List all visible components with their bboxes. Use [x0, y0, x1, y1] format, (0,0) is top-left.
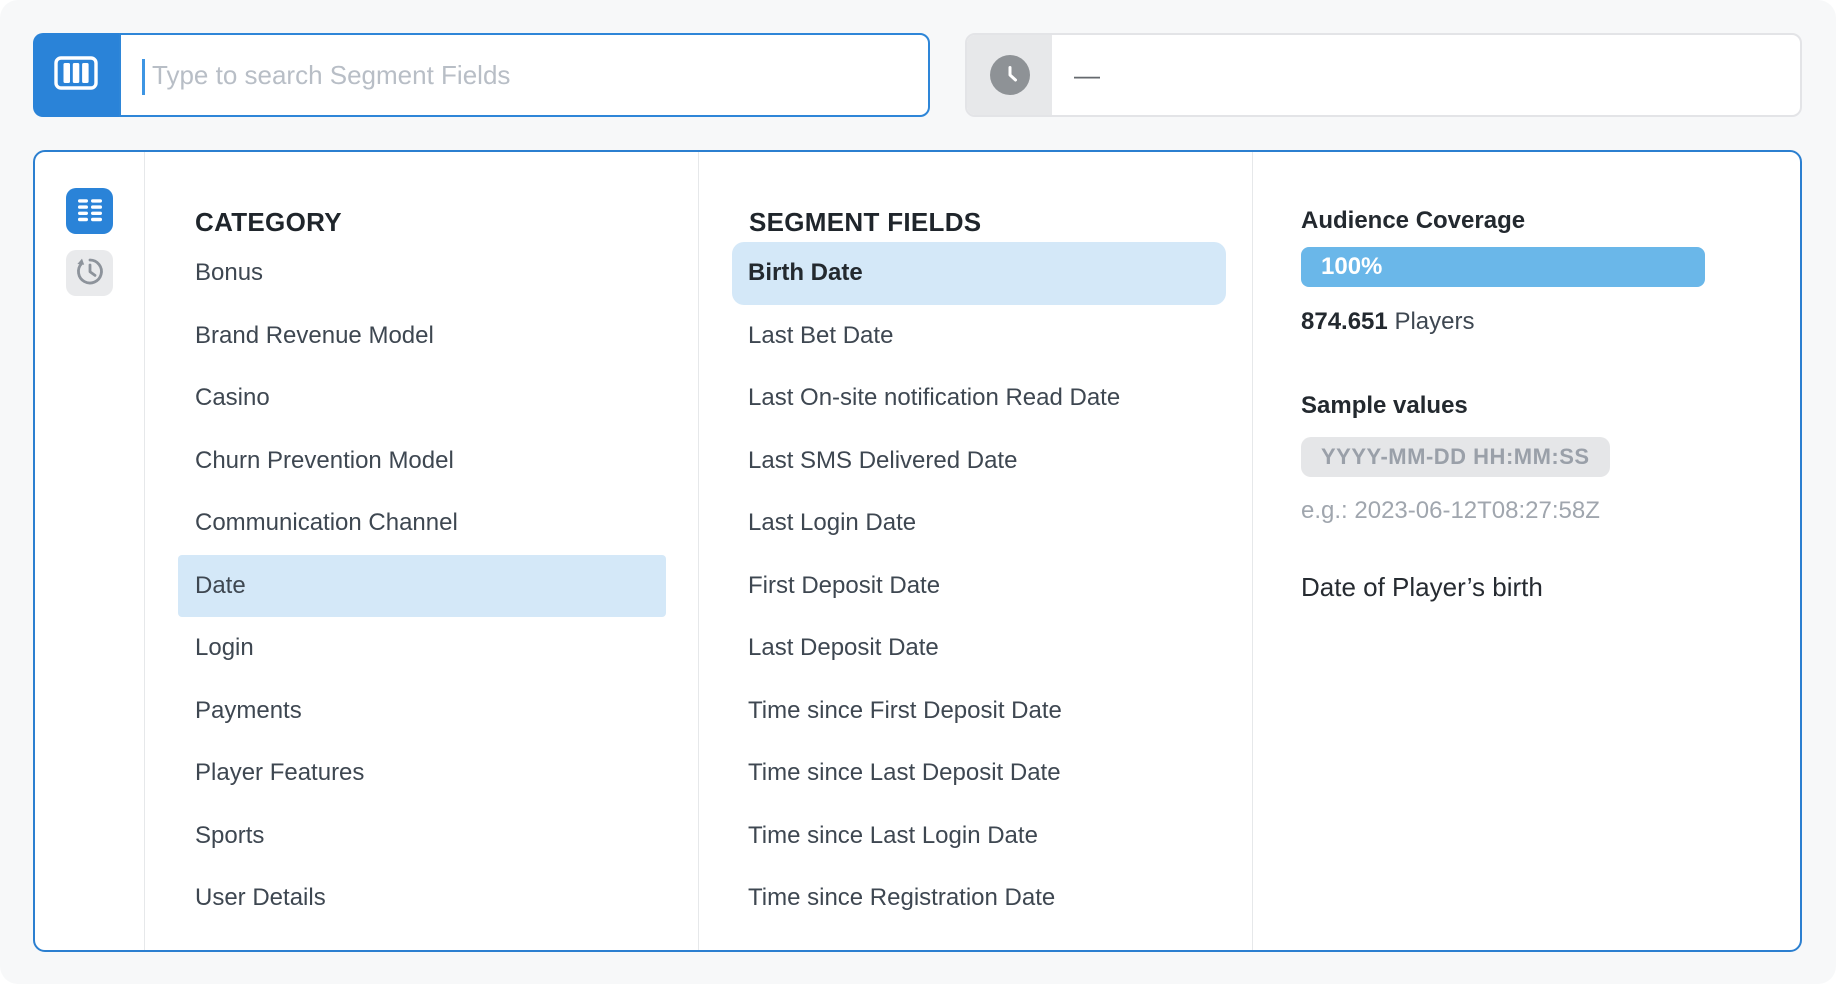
segment-fields-browser: — — [0, 0, 1836, 984]
sample-values-label: Sample values — [1301, 392, 1760, 420]
category-column: CATEGORY Bonus Brand Revenue Model Casin… — [145, 152, 699, 950]
category-item[interactable]: Brand Revenue Model — [178, 305, 666, 368]
search-input[interactable] — [121, 35, 928, 115]
sample-format-badge: YYYY-MM-DD HH:MM:SS — [1301, 437, 1610, 477]
segment-fields-header: SEGMENT FIELDS — [749, 207, 981, 238]
category-item[interactable]: Payments — [178, 680, 666, 743]
category-item[interactable]: Player Features — [178, 742, 666, 805]
segment-field-item-selected[interactable]: Birth Date — [732, 242, 1226, 305]
segment-field-search — [119, 33, 930, 117]
category-item[interactable]: Churn Prevention Model — [178, 430, 666, 493]
category-item[interactable]: Communication Channel — [178, 492, 666, 555]
segment-field-item[interactable]: Last Bet Date — [732, 305, 1226, 368]
segment-field-item[interactable]: Time since Last Deposit Date — [732, 742, 1226, 805]
table-list-view-button[interactable] — [66, 188, 113, 234]
segment-field-item[interactable]: Last SMS Delivered Date — [732, 430, 1226, 493]
audience-coverage-bar: 100% — [1301, 247, 1705, 287]
players-count: 874.651 — [1301, 308, 1388, 335]
audience-coverage-label: Audience Coverage — [1301, 207, 1760, 235]
category-item[interactable]: Sports — [178, 805, 666, 868]
segment-field-item[interactable]: First Deposit Date — [732, 555, 1226, 618]
category-list: Bonus Brand Revenue Model Casino Churn P… — [178, 242, 698, 930]
history-icon — [74, 255, 106, 292]
segment-field-item[interactable]: Time since First Deposit Date — [732, 680, 1226, 743]
history-button[interactable] — [66, 250, 113, 296]
time-filter-control[interactable]: — — [965, 33, 1802, 117]
coverage-percent: 100% — [1321, 253, 1382, 281]
field-details-column: Audience Coverage 100% 874.651 Players S… — [1253, 152, 1800, 950]
segment-fields-panel: CATEGORY Bonus Brand Revenue Model Casin… — [33, 150, 1802, 952]
segment-fields-column: SEGMENT FIELDS Birth Date Last Bet Date … — [699, 152, 1253, 950]
segment-field-item[interactable]: Last Login Date — [732, 492, 1226, 555]
time-filter-value: — — [1052, 35, 1100, 115]
time-filter-prefix — [967, 35, 1052, 115]
sample-example-text: e.g.: 2023-06-12T08:27:58Z — [1301, 497, 1760, 525]
players-count-line: 874.651 Players — [1301, 308, 1760, 336]
segment-field-item[interactable]: Time since Registration Date — [732, 867, 1226, 930]
category-item[interactable]: Casino — [178, 367, 666, 430]
field-description: Date of Player’s birth — [1301, 572, 1760, 602]
text-caret — [142, 59, 145, 95]
columns-icon — [53, 55, 99, 96]
segment-field-item[interactable]: Last On-site notification Read Date — [732, 367, 1226, 430]
category-header: CATEGORY — [195, 207, 342, 238]
category-item[interactable]: Bonus — [178, 242, 666, 305]
category-item[interactable]: User Details — [178, 867, 666, 930]
segment-field-item[interactable]: Time since Last Login Date — [732, 805, 1226, 868]
panel-rail — [35, 152, 145, 950]
category-item-selected[interactable]: Date — [178, 555, 666, 618]
players-label: Players — [1394, 308, 1474, 335]
segment-field-item[interactable]: Last Deposit Date — [732, 617, 1226, 680]
category-item[interactable]: Login — [178, 617, 666, 680]
table-list-icon — [76, 195, 104, 228]
segment-fields-list: Birth Date Last Bet Date Last On-site no… — [732, 242, 1252, 930]
columns-view-button[interactable] — [33, 33, 119, 117]
clock-icon — [990, 55, 1030, 95]
